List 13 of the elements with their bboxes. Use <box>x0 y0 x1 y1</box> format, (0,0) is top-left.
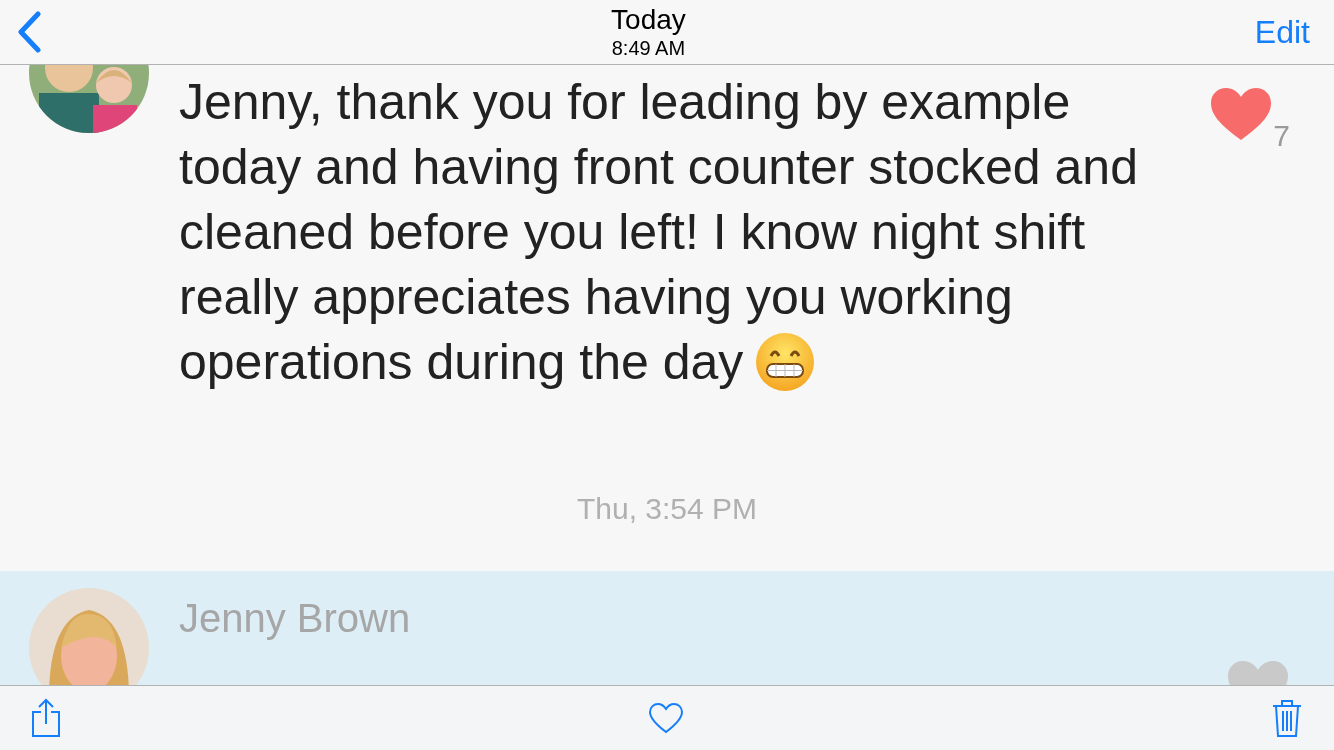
message-row[interactable]: Jenny Brown <box>0 571 1334 685</box>
share-icon[interactable] <box>31 698 61 738</box>
heart-icon[interactable] <box>1209 85 1274 143</box>
like-count: 7 <box>1273 121 1290 151</box>
trash-icon[interactable] <box>1271 698 1303 738</box>
sender-name: Jenny Brown <box>179 595 411 642</box>
nav-title: Today <box>611 4 686 36</box>
back-icon[interactable] <box>16 11 42 53</box>
nav-subtitle: 8:49 AM <box>611 36 686 60</box>
heart-icon[interactable] <box>648 702 684 734</box>
edit-button[interactable]: Edit <box>1254 8 1318 56</box>
timestamp: Thu, 3:54 PM <box>576 491 758 527</box>
message-text: Jenny, thank you for leading by example today and having front counter stocked and cleaned before you left! I know night shift really appreciates having you working operations during the day <box>179 74 1138 390</box>
